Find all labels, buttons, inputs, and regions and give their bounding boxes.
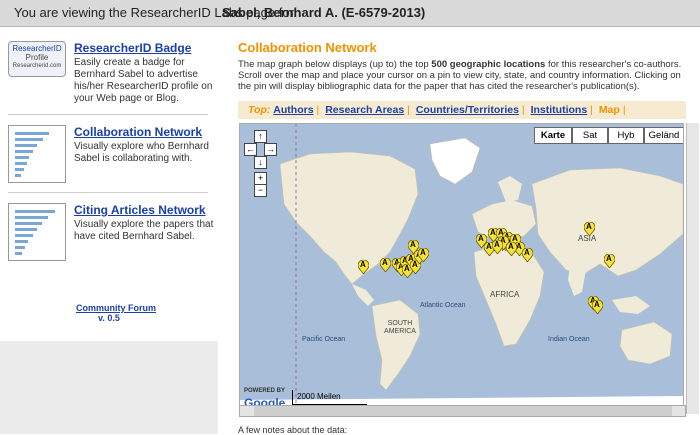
bar-thumb-icon bbox=[15, 210, 55, 255]
map-horizontal-scrollbar[interactable] bbox=[239, 405, 686, 417]
map-pin-icon[interactable]: A bbox=[357, 259, 370, 275]
label-south-america: SOUTH AMERICA bbox=[384, 320, 416, 335]
collab-desc: Visually explore who Bernhard Sabel is c… bbox=[74, 141, 209, 164]
zoom-out-button[interactable]: − bbox=[254, 184, 267, 197]
pan-up-button[interactable]: ↑ bbox=[254, 130, 267, 143]
pan-right-button[interactable]: → bbox=[264, 143, 277, 156]
researcher-name: Sabel, Bernhard A. (E-6579-2013) bbox=[222, 5, 426, 20]
collab-link[interactable]: Collaboration Network bbox=[74, 125, 202, 139]
nav-countries[interactable]: Countries/Territories bbox=[416, 104, 519, 116]
map-pin-icon[interactable]: A bbox=[505, 241, 518, 257]
label-africa: AFRICA bbox=[490, 290, 520, 299]
sidebar: ResearcherID Profile Researcherid.com Re… bbox=[0, 27, 218, 341]
sidebar-footer-area bbox=[0, 341, 218, 434]
map-pin-icon[interactable]: A bbox=[379, 257, 392, 273]
nav-research-areas[interactable]: Research Areas bbox=[325, 104, 404, 116]
map-pin-icon[interactable]: A bbox=[583, 221, 596, 237]
map-pin-icon[interactable]: A bbox=[417, 247, 430, 263]
map-type-karte[interactable]: Karte bbox=[534, 127, 572, 144]
version-label: v. 0.5 bbox=[98, 313, 120, 323]
pan-down-button[interactable]: ↓ bbox=[254, 156, 267, 169]
map-type-hyb[interactable]: Hyb bbox=[608, 127, 644, 144]
badge-desc: Easily create a badge for Bernhard Sabel… bbox=[74, 57, 213, 104]
badge-thumbnail[interactable]: ResearcherID Profile Researcherid.com bbox=[8, 41, 66, 77]
powered-by-label: POWERED BY bbox=[244, 388, 286, 394]
map-type-sat[interactable]: Sat bbox=[572, 127, 608, 144]
page-header: You are viewing the ResearcherID Labs pa… bbox=[0, 0, 700, 27]
sidebar-item-collab[interactable]: Collaboration Network Visually explore w… bbox=[8, 125, 213, 185]
sidebar-item-citing[interactable]: Citing Articles Network Visually explore… bbox=[8, 203, 213, 263]
badge-link[interactable]: ResearcherID Badge bbox=[74, 41, 191, 55]
world-map-icon bbox=[240, 124, 683, 414]
nav-label: Top: bbox=[248, 104, 271, 116]
map-pin-icon[interactable]: A bbox=[603, 253, 616, 269]
intro-part-a: The map graph below displays (up to) the… bbox=[238, 59, 432, 70]
sidebar-item-badge[interactable]: ResearcherID Profile Researcherid.com Re… bbox=[8, 41, 213, 104]
label-indian: Indian Ocean bbox=[548, 336, 590, 343]
map-pin-icon[interactable]: A bbox=[591, 299, 604, 315]
nav-map-current: Map bbox=[598, 104, 620, 116]
top-nav: Top: Authors | Research Areas | Countries/… bbox=[238, 101, 686, 119]
badge-line2: Profile bbox=[25, 53, 49, 62]
bar-thumb-icon bbox=[15, 132, 49, 177]
badge-line1: ResearcherID bbox=[12, 44, 62, 53]
page-title: Collaboration Network bbox=[238, 40, 377, 55]
page-vertical-scrollbar[interactable] bbox=[686, 123, 699, 414]
intro-text: The map graph below displays (up to) the… bbox=[238, 59, 688, 92]
nav-authors[interactable]: Authors bbox=[273, 104, 313, 116]
map-pin-icon[interactable]: A bbox=[491, 239, 504, 255]
collaboration-map[interactable]: Karte Sat Hyb Geländ ↑ ← → ↓ + − ASIA EU… bbox=[239, 123, 684, 415]
citing-link[interactable]: Citing Articles Network bbox=[74, 203, 206, 217]
map-type-gelaende[interactable]: Geländ bbox=[644, 127, 683, 144]
label-pacific: Pacific Ocean bbox=[302, 336, 346, 343]
intro-bold: 500 geographic locations bbox=[431, 59, 546, 70]
label-atlantic: Atlantic Ocean bbox=[420, 302, 466, 309]
badge-line3: Researcherid.com bbox=[12, 63, 62, 69]
collab-thumbnail[interactable] bbox=[8, 125, 66, 183]
scrollbar-thumb[interactable] bbox=[254, 406, 672, 416]
citing-desc: Visually explore the papers that have ci… bbox=[74, 219, 214, 242]
nav-institutions[interactable]: Institutions bbox=[531, 104, 588, 116]
citing-thumbnail[interactable] bbox=[8, 203, 66, 261]
community-forum-link[interactable]: Community Forum bbox=[76, 303, 156, 313]
pan-left-button[interactable]: ← bbox=[244, 143, 257, 156]
divider bbox=[8, 192, 208, 193]
map-scale: 2000 Meilen bbox=[292, 390, 367, 405]
divider bbox=[8, 114, 208, 115]
map-pin-icon[interactable]: A bbox=[521, 247, 534, 263]
